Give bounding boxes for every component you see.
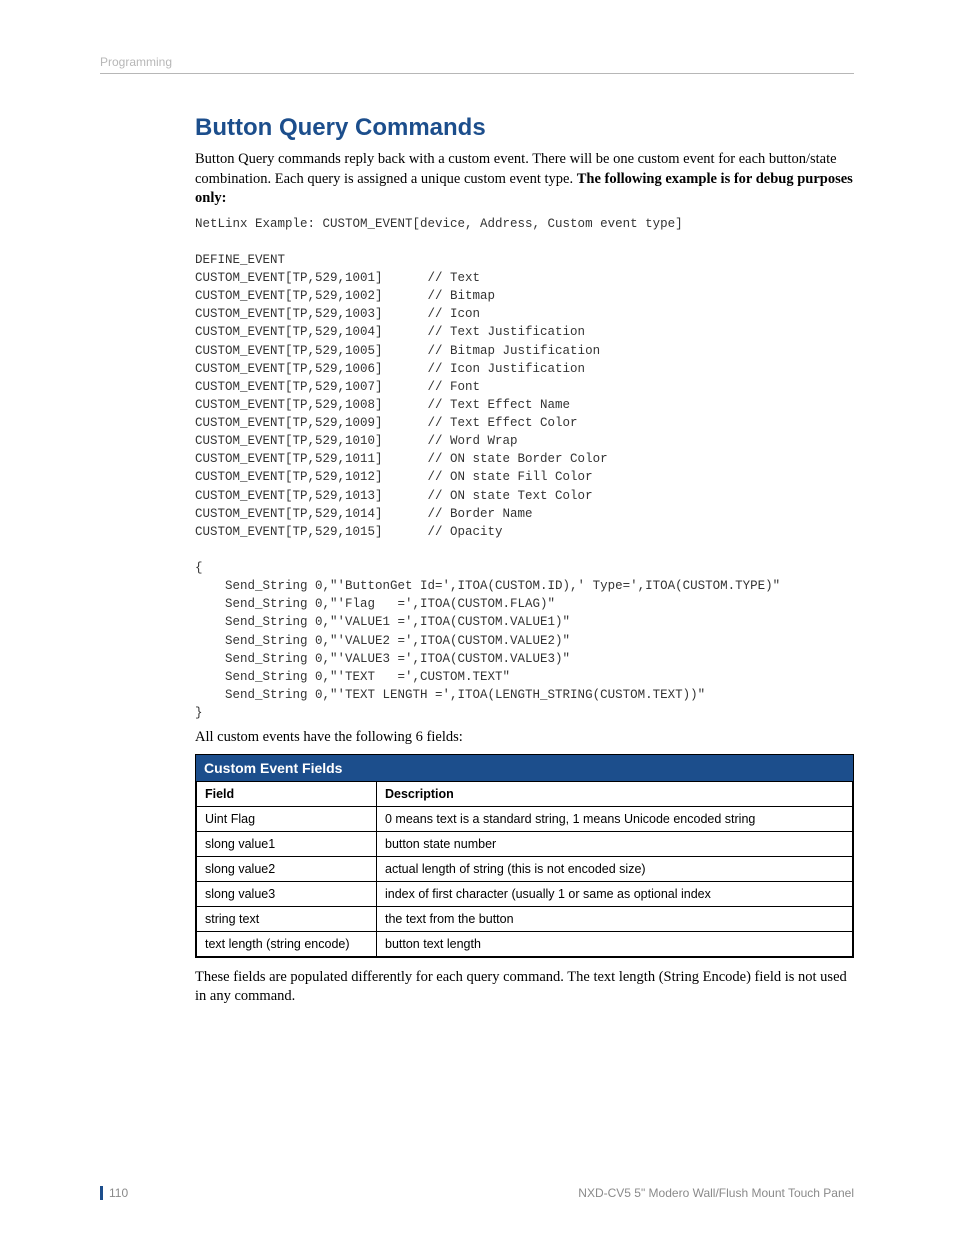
cell-desc: actual length of string (this is not enc…	[377, 856, 853, 881]
after-code-text: All custom events have the following 6 f…	[195, 728, 854, 748]
cell-field: Uint Flag	[197, 806, 377, 831]
table-row: text length (string encode) button text …	[197, 931, 853, 956]
cell-field: text length (string encode)	[197, 931, 377, 956]
table-row: slong value2 actual length of string (th…	[197, 856, 853, 881]
page-number: 110	[100, 1186, 128, 1200]
fields-table-title: Custom Event Fields	[196, 755, 853, 781]
intro-paragraph: Button Query commands reply back with a …	[195, 150, 854, 209]
fields-table-wrap: Custom Event Fields Field Description Ui…	[195, 754, 854, 958]
cell-field: slong value3	[197, 881, 377, 906]
product-name: NXD-CV5 5" Modero Wall/Flush Mount Touch…	[578, 1186, 854, 1200]
closing-paragraph: These fields are populated differently f…	[195, 968, 854, 1007]
table-row: slong value3 index of first character (u…	[197, 881, 853, 906]
content-area: Button Query Commands Button Query comma…	[195, 114, 854, 1007]
cell-desc: button state number	[377, 831, 853, 856]
cell-field: slong value1	[197, 831, 377, 856]
fields-table: Field Description Uint Flag 0 means text…	[196, 781, 853, 957]
cell-desc: the text from the button	[377, 906, 853, 931]
table-row: string text the text from the button	[197, 906, 853, 931]
footer: 110 NXD-CV5 5" Modero Wall/Flush Mount T…	[100, 1186, 854, 1200]
header-rule	[100, 73, 854, 74]
page: Programming Button Query Commands Button…	[0, 0, 954, 1235]
cell-desc: index of first character (usually 1 or s…	[377, 881, 853, 906]
table-row: Uint Flag 0 means text is a standard str…	[197, 806, 853, 831]
th-desc: Description	[377, 781, 853, 806]
table-header-row: Field Description	[197, 781, 853, 806]
cell-desc: button text length	[377, 931, 853, 956]
table-row: slong value1 button state number	[197, 831, 853, 856]
cell-field: string text	[197, 906, 377, 931]
cell-field: slong value2	[197, 856, 377, 881]
cell-desc: 0 means text is a standard string, 1 mea…	[377, 806, 853, 831]
running-head: Programming	[100, 55, 854, 69]
code-block: NetLinx Example: CUSTOM_EVENT[device, Ad…	[195, 215, 854, 723]
th-field: Field	[197, 781, 377, 806]
section-title: Button Query Commands	[195, 114, 854, 142]
